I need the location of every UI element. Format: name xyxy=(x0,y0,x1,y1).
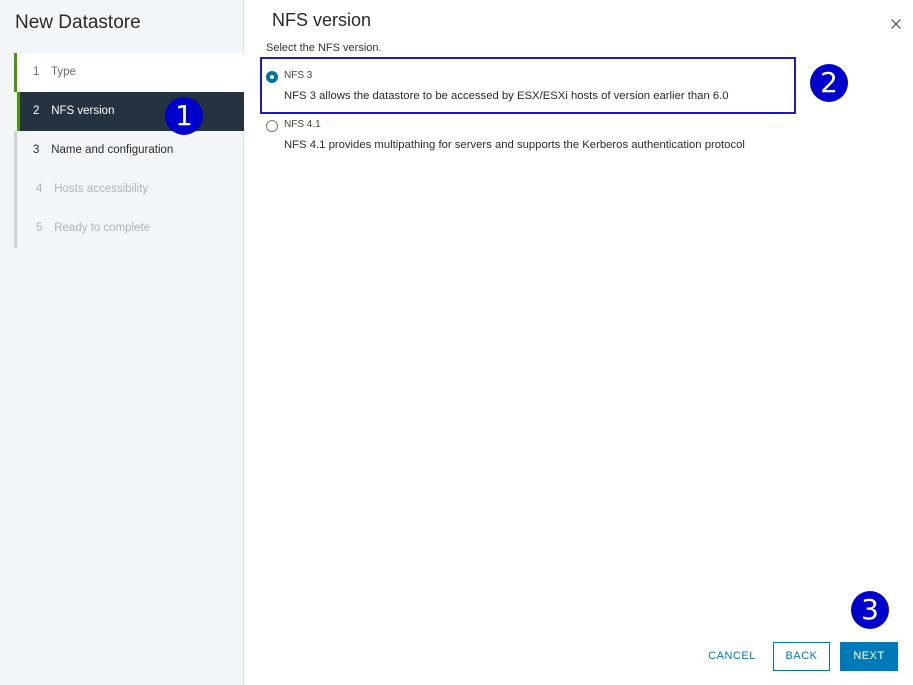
step-ready-to-complete: 5 Ready to complete xyxy=(14,209,244,248)
step-number: 5 xyxy=(36,222,43,234)
step-label: NFS version xyxy=(51,105,115,117)
highlight-box xyxy=(260,57,796,114)
step-type[interactable]: 1 Type xyxy=(14,53,244,92)
step-label: Hosts accessibility xyxy=(54,183,149,195)
callout-marker-1: 1 xyxy=(165,97,203,135)
step-number: 1 xyxy=(33,66,40,78)
nfs41-label[interactable]: NFS 4.1 xyxy=(284,119,321,130)
callout-marker-3: 3 xyxy=(851,591,889,629)
step-hosts-accessibility: 4 Hosts accessibility xyxy=(14,170,244,209)
wizard-steps: 1 Type 2 NFS version 3 Name and configur… xyxy=(14,53,244,248)
callout-marker-2: 2 xyxy=(810,64,848,102)
step-label: Ready to complete xyxy=(54,222,151,234)
nfs41-description: NFS 4.1 provides multipathing for server… xyxy=(284,139,745,151)
step-number: 3 xyxy=(33,144,40,156)
wizard-content: NFS version Select the NFS version. NFS … xyxy=(245,0,913,685)
page-title: NFS version xyxy=(272,10,372,30)
wizard-footer: CANCEL BACK NEXT xyxy=(245,642,913,672)
step-nfs-version[interactable]: 2 NFS version xyxy=(17,92,244,131)
wizard-sidebar: New Datastore 1 Type 2 NFS version 3 Nam… xyxy=(0,0,244,685)
nfs41-radio[interactable] xyxy=(266,120,278,132)
step-label: Name and configuration xyxy=(51,144,174,156)
close-icon[interactable] xyxy=(888,16,904,32)
next-button[interactable]: NEXT xyxy=(840,642,898,671)
step-name-and-configuration[interactable]: 3 Name and configuration xyxy=(14,131,244,170)
wizard-title: New Datastore xyxy=(15,12,141,33)
step-number: 4 xyxy=(36,183,43,195)
cancel-button[interactable]: CANCEL xyxy=(701,642,763,671)
step-number: 2 xyxy=(33,105,40,117)
back-button[interactable]: BACK xyxy=(773,642,830,671)
instruction-text: Select the NFS version. xyxy=(266,42,382,54)
step-label: Type xyxy=(51,66,76,78)
